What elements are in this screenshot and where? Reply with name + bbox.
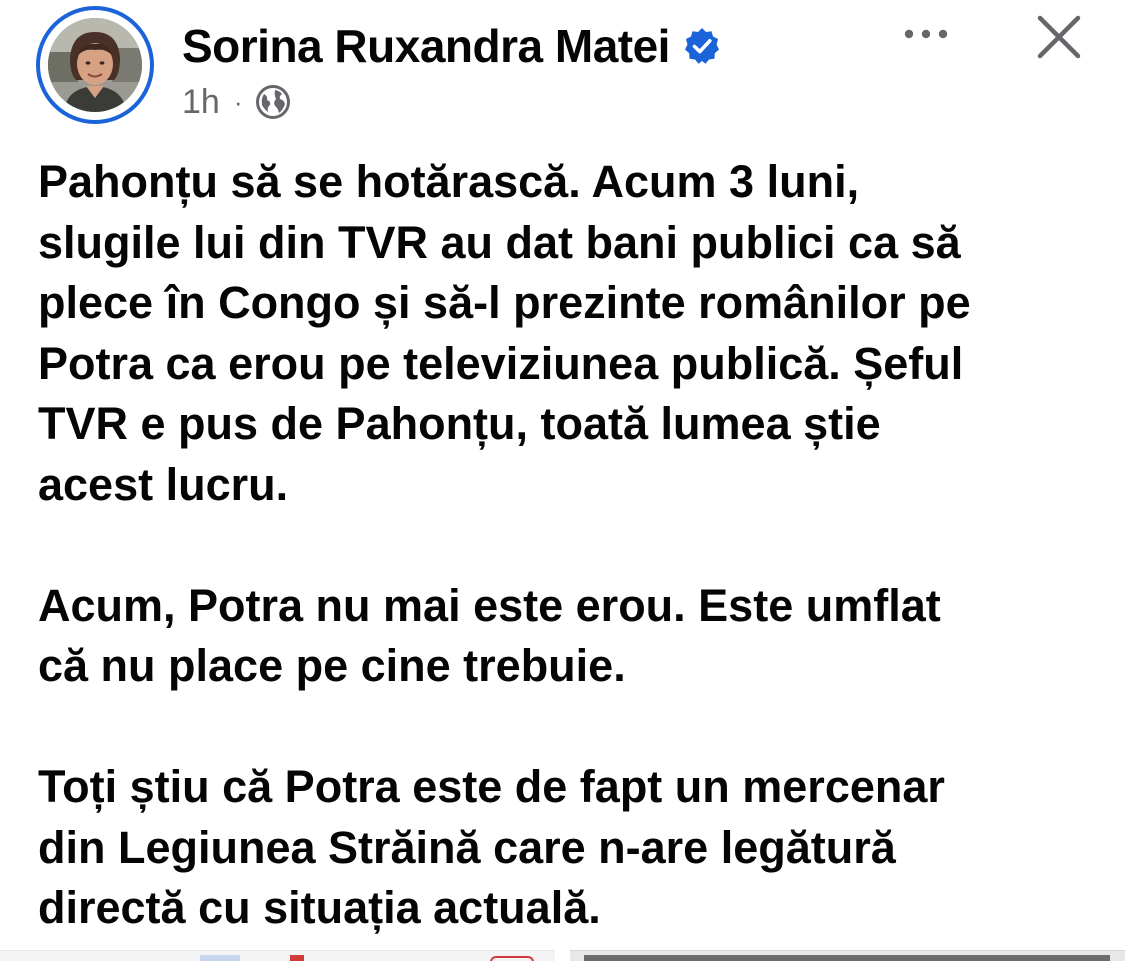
thumbnail-graphic xyxy=(200,955,240,961)
facebook-post: Sorina Ruxandra Matei 1h · Pahonțu să se… xyxy=(0,0,1125,961)
media-thumbnail-left[interactable] xyxy=(0,950,555,961)
thumbnail-graphic xyxy=(290,955,304,961)
post-paragraph-3: Toți știu că Potra este de fapt un merce… xyxy=(38,761,945,933)
more-options-button[interactable] xyxy=(900,14,956,54)
post-text: Pahonțu să se hotărască. Acum 3 luni, sl… xyxy=(38,152,1108,939)
post-paragraph-1: Pahonțu să se hotărască. Acum 3 luni, sl… xyxy=(38,156,971,510)
verified-badge-icon xyxy=(682,26,722,66)
close-button[interactable] xyxy=(1030,8,1088,66)
close-icon xyxy=(1037,15,1081,59)
post-timestamp[interactable]: 1h xyxy=(182,83,220,122)
media-thumbnail-right[interactable] xyxy=(570,950,1125,961)
media-preview-strip xyxy=(0,950,1125,961)
post-meta: 1h · xyxy=(182,80,291,124)
author-row: Sorina Ruxandra Matei xyxy=(182,14,722,78)
globe-icon[interactable] xyxy=(255,84,291,120)
more-options-icon xyxy=(904,29,948,39)
avatar-photo xyxy=(48,18,142,112)
thumbnail-graphic xyxy=(490,956,534,961)
author-name[interactable]: Sorina Ruxandra Matei xyxy=(182,19,670,73)
thumbnail-photo xyxy=(584,955,1110,961)
author-avatar[interactable] xyxy=(36,6,154,124)
meta-separator: · xyxy=(233,86,243,117)
post-paragraph-2: Acum, Potra nu mai este erou. Este umfla… xyxy=(38,579,941,692)
